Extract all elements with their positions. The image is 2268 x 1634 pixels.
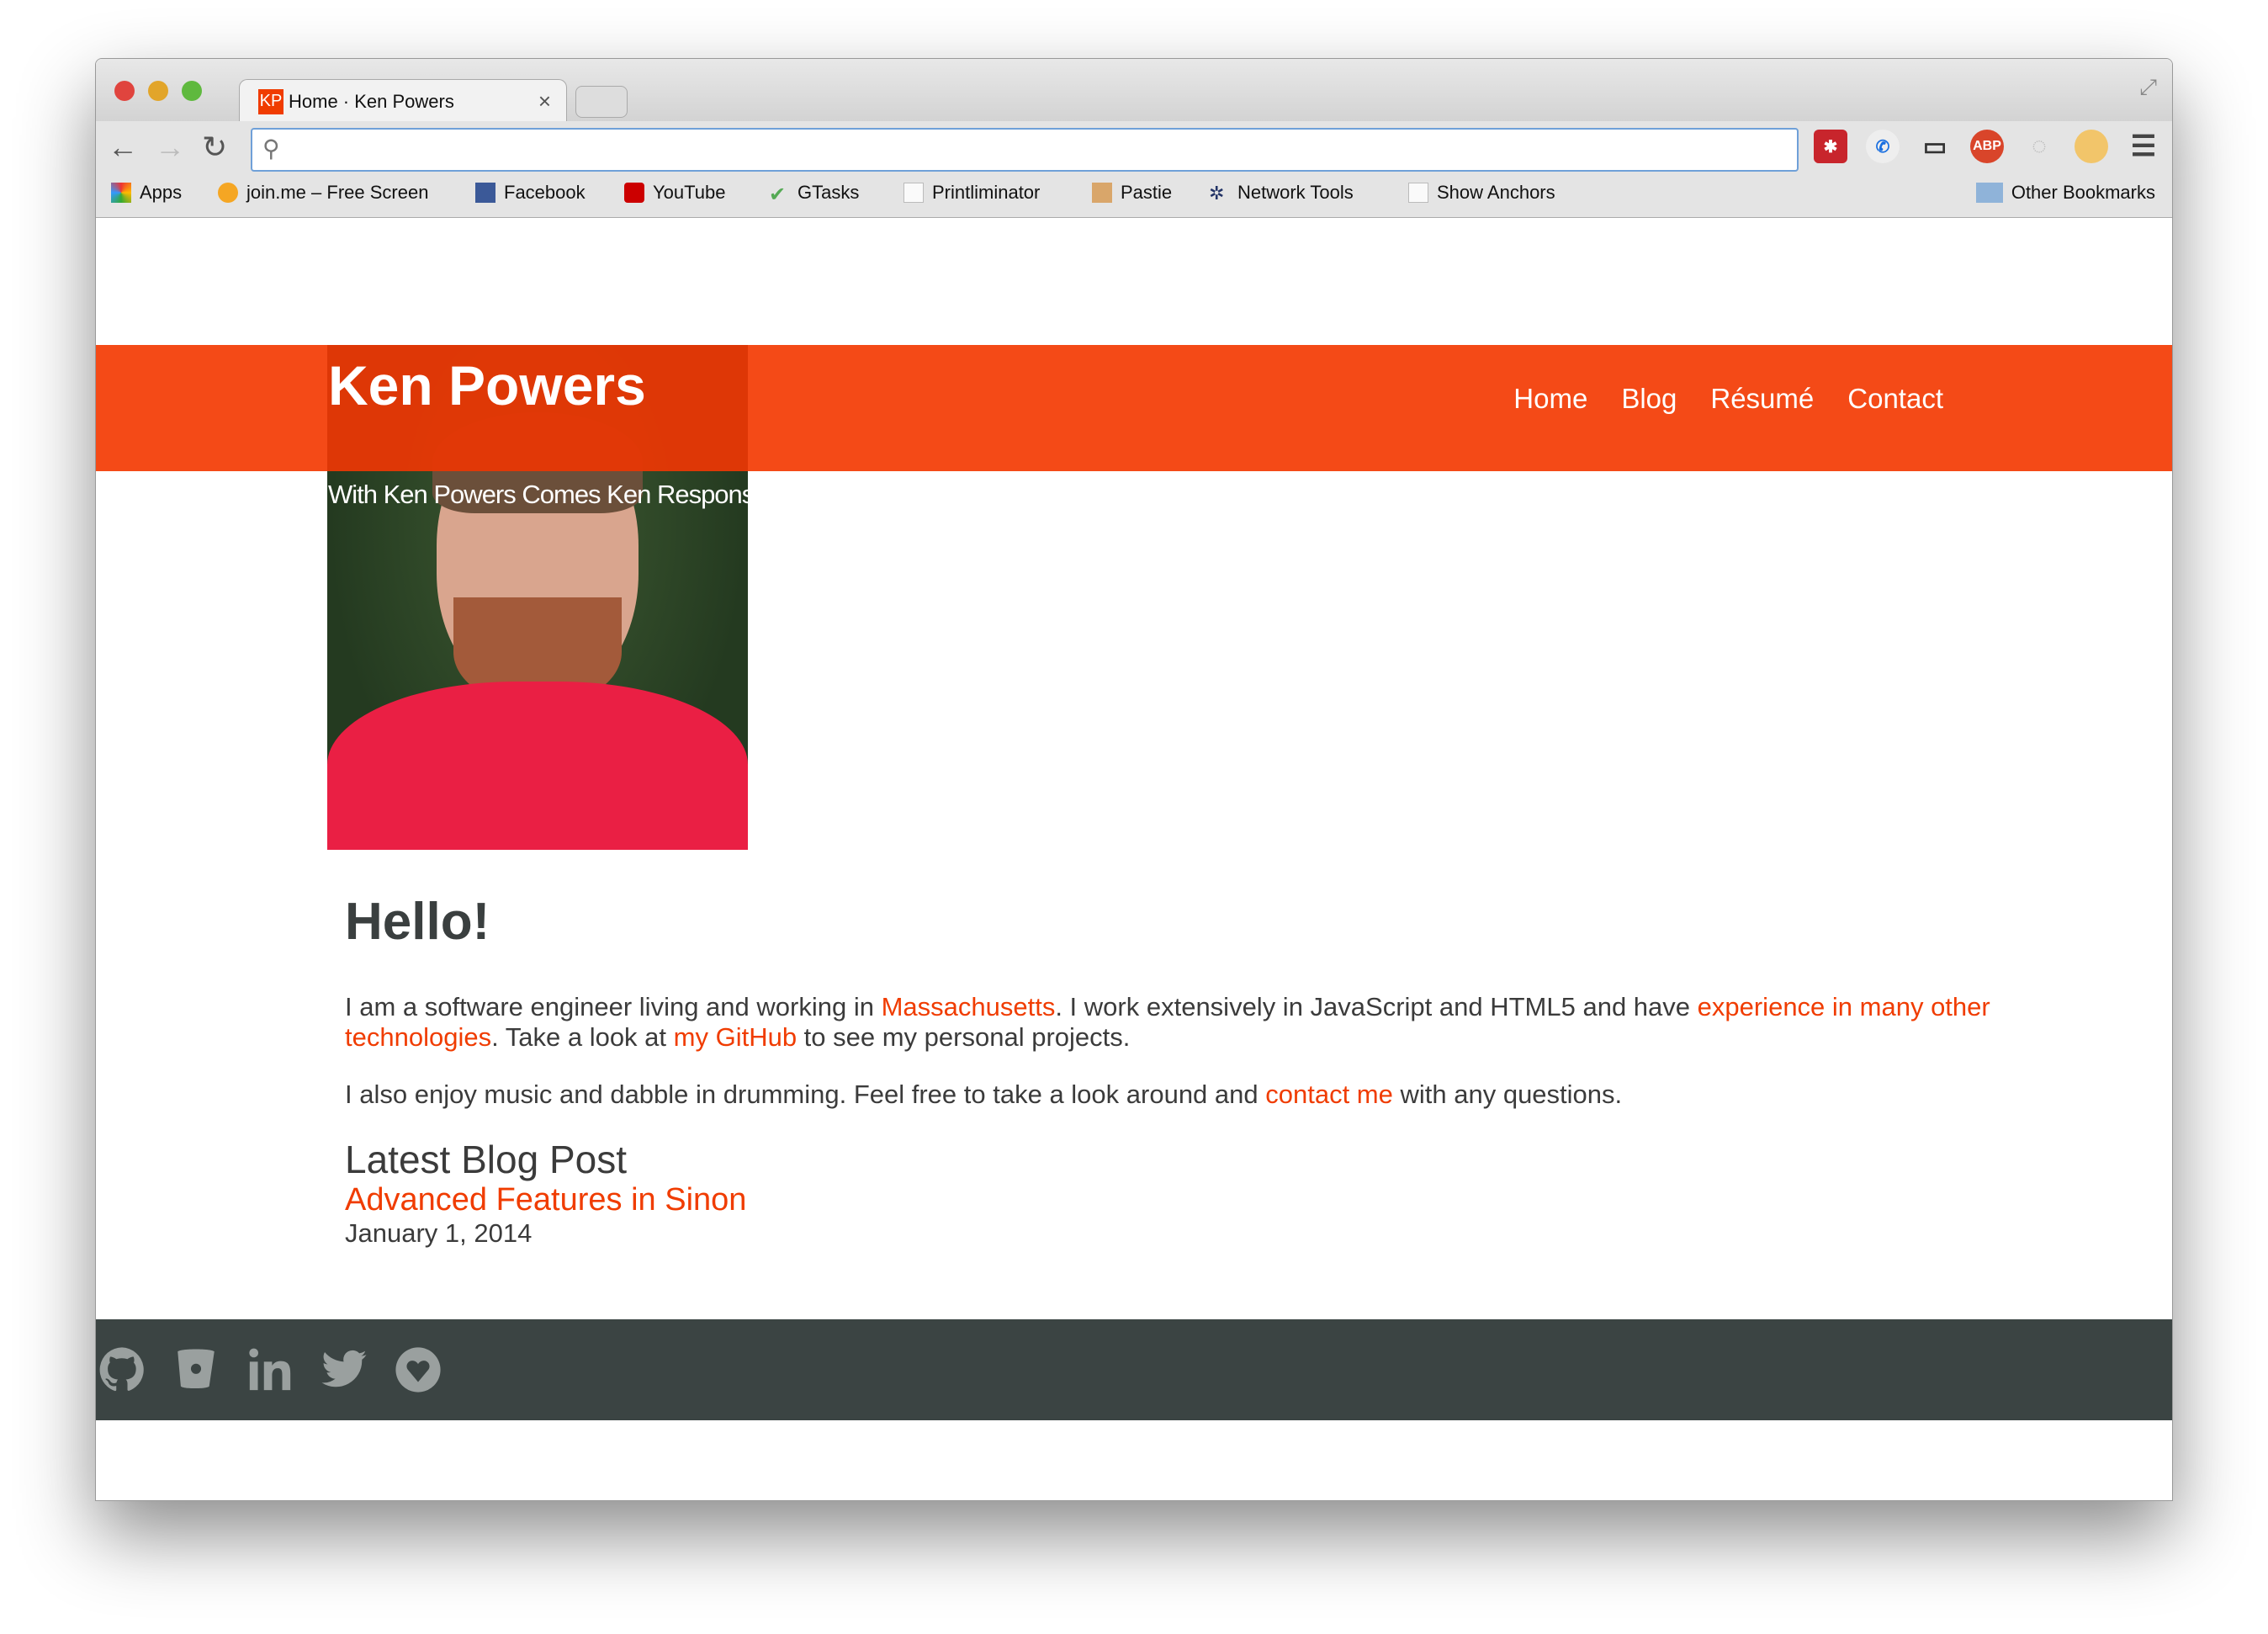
bookmark-printliminator[interactable]: Printliminator <box>903 182 1040 204</box>
web-page: Ken Powers With Ken Powers Comes Ken Res… <box>96 219 2172 1500</box>
facebook-icon <box>475 183 495 203</box>
nav-resume[interactable]: Résumé <box>1710 383 1814 415</box>
text: to see my personal projects. <box>797 1022 1131 1052</box>
main-content: Hello! I am a software engineer living a… <box>345 892 1994 1249</box>
text: I also enjoy music and dabble in drummin… <box>345 1080 1266 1109</box>
zoom-window-button[interactable] <box>182 81 202 101</box>
tab-title: Home · Ken Powers <box>289 90 454 112</box>
clipboard-icon <box>1092 183 1112 203</box>
back-icon[interactable]: ← <box>108 130 138 165</box>
youtube-icon <box>624 183 644 203</box>
bookmark-label: Printliminator <box>932 182 1041 203</box>
bookmark-other[interactable]: Other Bookmarks <box>1975 182 2155 204</box>
search-icon: ⚲ <box>262 135 280 162</box>
nav-blog[interactable]: Blog <box>1621 383 1677 415</box>
bookmark-facebook[interactable]: Facebook <box>475 182 586 204</box>
bookmark-label: Facebook <box>504 182 586 203</box>
favicon: KP <box>258 88 284 114</box>
bookmark-label: Network Tools <box>1237 182 1354 203</box>
site-tagline: With Ken Powers Comes Ken Responsibility <box>328 480 807 509</box>
tab-home[interactable]: KP Home · Ken Powers × <box>239 79 567 123</box>
profile-photo <box>327 345 748 850</box>
main-nav: Home Blog Résumé Contact <box>1513 383 1943 415</box>
bookmark-label: Pastie <box>1121 182 1173 203</box>
tab-close-icon[interactable]: × <box>538 88 551 114</box>
github-link[interactable]: my GitHub <box>674 1022 797 1052</box>
bookmark-network-tools[interactable]: ✲ Network Tools <box>1209 182 1354 204</box>
close-window-button[interactable] <box>114 81 135 101</box>
bookmark-label: YouTube <box>653 182 726 203</box>
github-icon[interactable] <box>98 1345 146 1394</box>
bitbucket-icon[interactable] <box>172 1345 220 1394</box>
heart-icon[interactable] <box>394 1345 442 1394</box>
bookmark-label: Apps <box>140 182 183 203</box>
site-title[interactable]: Ken Powers <box>328 353 646 417</box>
bookmark-label: GTasks <box>798 182 860 203</box>
intro-paragraph: I am a software engineer living and work… <box>345 992 1994 1053</box>
bookmark-label: Show Anchors <box>1437 182 1555 203</box>
network-icon: ✲ <box>1209 183 1225 204</box>
page-icon <box>1408 183 1428 203</box>
site-footer <box>96 1319 2172 1420</box>
hangouts-icon[interactable]: ✆ <box>1866 130 1900 163</box>
text: . I work extensively in JavaScript and H… <box>1055 992 1698 1021</box>
checkmark-icon: ✔ <box>769 183 787 206</box>
page-heading: Hello! <box>345 893 490 951</box>
page-icon <box>903 183 924 203</box>
bookmark-show-anchors[interactable]: Show Anchors <box>1408 182 1555 204</box>
nav-home[interactable]: Home <box>1513 383 1587 415</box>
fullscreen-icon[interactable]: ⤢ <box>2139 74 2157 101</box>
contact-link[interactable]: contact me <box>1265 1080 1393 1109</box>
text: with any questions. <box>1392 1080 1623 1109</box>
bookmarks-bar: Apps join.me – Free Screen Facebook YouT… <box>96 172 2172 218</box>
tab-bar: KP Home · Ken Powers × ⤢ <box>96 59 2172 123</box>
adblock-plus-icon[interactable]: ABP <box>1970 130 2004 163</box>
forward-icon[interactable]: → <box>155 130 185 165</box>
minimize-window-button[interactable] <box>148 81 168 101</box>
address-bar[interactable]: ⚲ <box>251 128 1799 172</box>
bookmark-apps[interactable]: Apps <box>111 182 182 204</box>
text: I am a software engineer living and work… <box>345 992 882 1021</box>
latest-blog-heading: Latest Blog Post <box>345 1138 627 1181</box>
browser-window: KP Home · Ken Powers × ⤢ ← → ↻ ⚲ ✱ ✆ ▭ A… <box>95 58 2173 1501</box>
nav-contact[interactable]: Contact <box>1847 383 1943 415</box>
cast-icon[interactable]: ▭ <box>1918 130 1952 163</box>
folder-icon <box>1975 183 2003 203</box>
bookmark-label: Other Bookmarks <box>2011 182 2155 203</box>
lastpass-icon[interactable]: ✱ <box>1814 130 1847 163</box>
search-ext-icon[interactable]: ◌ <box>2022 130 2056 163</box>
bookmark-youtube[interactable]: YouTube <box>624 182 725 204</box>
bookmark-pastie[interactable]: Pastie <box>1092 182 1172 204</box>
toolbar: ← → ↻ ⚲ ✱ ✆ ▭ ABP ◌ ☰ <box>96 121 2172 172</box>
text: . Take a look at <box>491 1022 674 1052</box>
bookmark-gtasks[interactable]: ✔ GTasks <box>769 182 860 206</box>
massachusetts-link[interactable]: Massachusetts <box>882 992 1056 1021</box>
joinme-icon <box>218 183 238 203</box>
latest-post-link[interactable]: Advanced Features in Sinon <box>345 1182 1994 1218</box>
new-tab-button[interactable] <box>575 86 628 118</box>
twitter-icon[interactable] <box>320 1345 368 1394</box>
post-date: January 1, 2014 <box>345 1218 533 1248</box>
menu-icon[interactable]: ☰ <box>2127 130 2160 163</box>
apps-grid-icon <box>111 183 131 203</box>
address-input[interactable] <box>252 130 1797 170</box>
reload-icon[interactable]: ↻ <box>202 130 227 165</box>
puffer-fish-icon[interactable] <box>2075 130 2108 163</box>
bookmark-label: join.me – Free Screen <box>246 182 429 203</box>
linkedin-icon[interactable] <box>246 1345 294 1394</box>
music-paragraph: I also enjoy music and dabble in drummin… <box>345 1080 1994 1110</box>
